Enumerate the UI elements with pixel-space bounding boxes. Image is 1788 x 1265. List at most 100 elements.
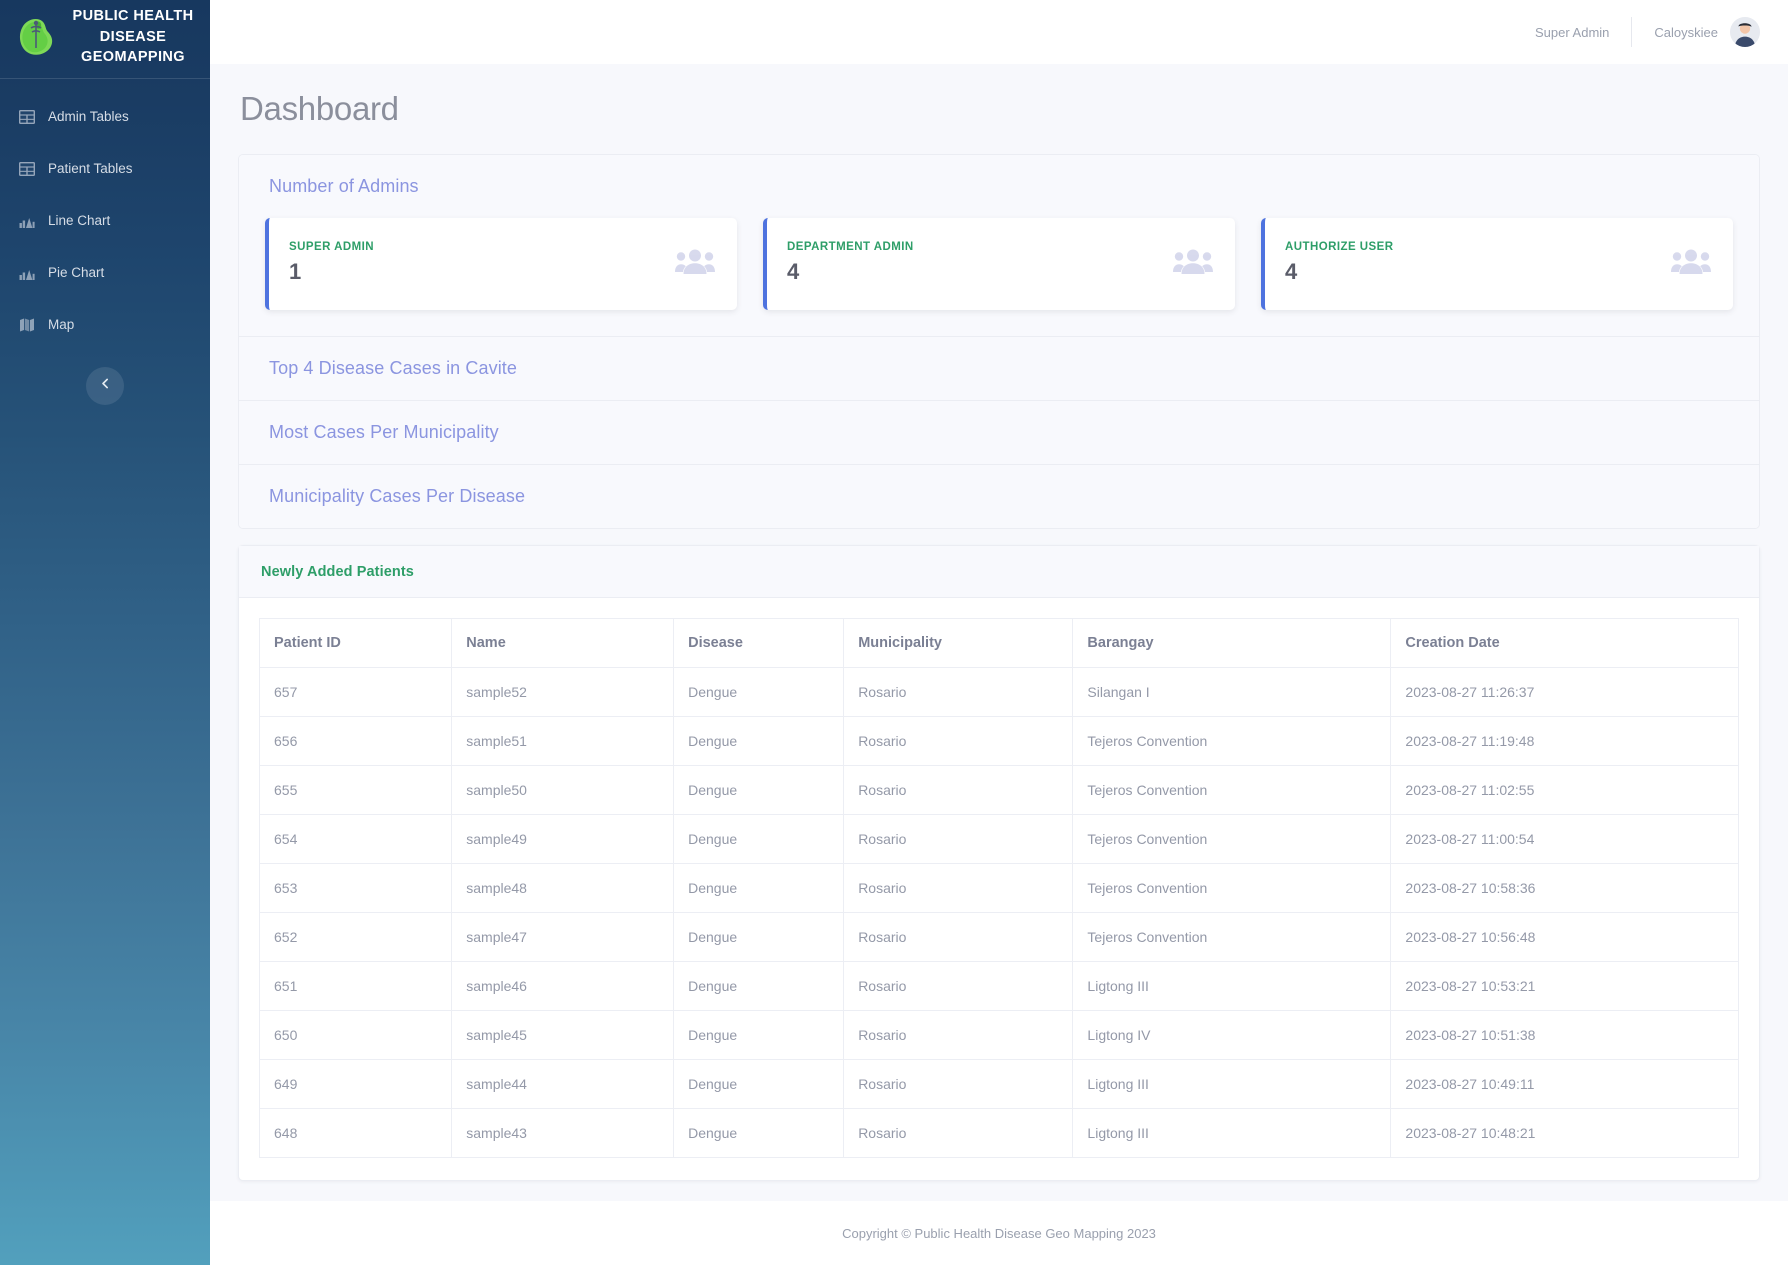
cell-name: sample51: [451, 716, 675, 766]
brand-title: PUBLIC HEALTH DISEASE GEOMAPPING: [72, 8, 194, 66]
panel-header-municipality-cases-per-disease[interactable]: Municipality Cases Per Disease: [239, 465, 1759, 528]
panel-header-most-cases-per-municipality[interactable]: Most Cases Per Municipality: [239, 401, 1759, 464]
cell-creation-date: 2023-08-27 10:58:36: [1390, 863, 1739, 913]
stat-card-text: AUTHORIZE USER 4: [1285, 241, 1394, 285]
cell-disease: Dengue: [673, 961, 845, 1011]
table-row: 648 sample43 Dengue Rosario Ligtong III 2023-…: [258, 1108, 1739, 1158]
patients-table-body: 657 sample52 Dengue Rosario Silangan I 2023-0…: [258, 667, 1739, 1158]
sidebar-item-patient-tables[interactable]: Patient Tables: [0, 143, 210, 195]
table-row: 653 sample48 Dengue Rosario Tejeros Conventi…: [258, 863, 1739, 913]
stat-card-super-admin[interactable]: SUPER ADMIN 1: [265, 218, 737, 310]
sidebar-collapse-button[interactable]: [86, 366, 124, 405]
topbar-role-label: Super Admin: [1534, 24, 1610, 40]
table-icon: [18, 160, 35, 177]
stat-card-text: DEPARTMENT ADMIN 4: [787, 241, 914, 285]
cell-barangay: Ligtong III: [1072, 1059, 1392, 1109]
stat-card-label: AUTHORIZE USER: [1285, 241, 1394, 253]
table-row: 651 sample46 Dengue Rosario Ligtong III 2023-…: [258, 961, 1739, 1011]
column-header-disease: Disease: [673, 618, 845, 668]
cell-patient-id: 654: [258, 814, 453, 864]
cell-disease: Dengue: [673, 1059, 845, 1109]
cell-creation-date: 2023-08-27 10:51:38: [1390, 1010, 1739, 1060]
cell-municipality: Rosario: [843, 716, 1074, 766]
cell-patient-id: 648: [258, 1108, 453, 1158]
cell-disease: Dengue: [673, 1108, 845, 1158]
accordion-panels: Number of Admins SUPER ADMIN 1 DEPARTMEN…: [238, 154, 1760, 529]
stat-card-label: SUPER ADMIN: [289, 241, 375, 253]
cell-creation-date: 2023-08-27 10:53:21: [1390, 961, 1739, 1011]
sidebar-item-line-chart[interactable]: Line Chart: [0, 195, 210, 247]
newly-added-patients-card: Newly Added Patients Patient ID Name Dis…: [238, 545, 1760, 1181]
brand[interactable]: PUBLIC HEALTH DISEASE GEOMAPPING: [0, 0, 210, 79]
cell-municipality: Rosario: [843, 912, 1074, 962]
cell-patient-id: 649: [258, 1059, 453, 1109]
table-row: 654 sample49 Dengue Rosario Tejeros Conventi…: [258, 814, 1739, 864]
stat-card-value: 1: [289, 259, 302, 284]
cell-creation-date: 2023-08-27 11:00:54: [1390, 814, 1739, 864]
bar-chart-icon: [18, 212, 35, 229]
sidebar-item-label: Patient Tables: [48, 161, 133, 177]
sidebar: PUBLIC HEALTH DISEASE GEOMAPPING Admin T…: [0, 0, 210, 1265]
footer-copyright: Copyright © Public Health Disease Geo Ma…: [842, 1225, 1156, 1241]
cell-disease: Dengue: [673, 765, 845, 815]
sidebar-collapse-wrap: [0, 366, 210, 405]
cell-name: sample43: [451, 1108, 675, 1158]
cell-creation-date: 2023-08-27 11:19:48: [1390, 716, 1739, 766]
table-row: 650 sample45 Dengue Rosario Ligtong IV 2023-0…: [258, 1010, 1739, 1060]
cell-barangay: Ligtong IV: [1072, 1010, 1392, 1060]
stat-card-text: SUPER ADMIN 1: [289, 241, 374, 285]
panel-header-top-4-disease-cases[interactable]: Top 4 Disease Cases in Cavite: [239, 337, 1759, 400]
cell-barangay: Tejeros Convention: [1072, 912, 1392, 962]
user-menu[interactable]: Caloyskiee: [1632, 17, 1760, 47]
cell-municipality: Rosario: [843, 667, 1074, 717]
main-area: Super Admin Caloyskiee Dashboard Number …: [210, 0, 1788, 1265]
cell-disease: Dengue: [673, 814, 845, 864]
panel-number-of-admins: Number of Admins SUPER ADMIN 1 DEPARTMEN…: [239, 155, 1759, 337]
cell-creation-date: 2023-08-27 11:26:37: [1390, 667, 1739, 717]
column-header-municipality: Municipality: [843, 618, 1074, 668]
table-header-row: Patient ID Name Disease Municipality Bar…: [258, 618, 1739, 668]
stat-card-department-admin[interactable]: DEPARTMENT ADMIN 4: [763, 218, 1235, 310]
users-icon: [675, 247, 715, 280]
cell-patient-id: 653: [258, 863, 453, 913]
sidebar-item-pie-chart[interactable]: Pie Chart: [0, 247, 210, 299]
map-icon: [18, 316, 35, 333]
avatar: [1730, 17, 1760, 47]
sidebar-item-label: Pie Chart: [48, 265, 105, 281]
cell-name: sample49: [451, 814, 675, 864]
cell-disease: Dengue: [673, 667, 845, 717]
stat-card-authorize-user[interactable]: AUTHORIZE USER 4: [1261, 218, 1733, 310]
cell-barangay: Tejeros Convention: [1072, 863, 1392, 913]
cell-patient-id: 650: [258, 1010, 453, 1060]
cell-name: sample46: [451, 961, 675, 1011]
panel-municipality-cases-per-disease: Municipality Cases Per Disease: [239, 465, 1759, 528]
column-header-name: Name: [451, 618, 675, 668]
topbar: Super Admin Caloyskiee: [210, 0, 1788, 64]
sidebar-item-label: Map: [48, 317, 75, 333]
chevron-left-icon: [99, 377, 112, 395]
column-header-patient-id: Patient ID: [258, 618, 453, 668]
patients-table: Patient ID Name Disease Municipality Bar…: [258, 618, 1739, 1158]
sidebar-item-label: Admin Tables: [48, 109, 129, 125]
patients-table-head: Patient ID Name Disease Municipality Bar…: [258, 618, 1739, 668]
panel-top-4-disease-cases: Top 4 Disease Cases in Cavite: [239, 337, 1759, 401]
cell-name: sample44: [451, 1059, 675, 1109]
cell-creation-date: 2023-08-27 10:49:11: [1390, 1059, 1739, 1109]
sidebar-item-map[interactable]: Map: [0, 299, 210, 351]
table-row: 649 sample44 Dengue Rosario Ligtong III 2023-…: [258, 1059, 1739, 1109]
cell-disease: Dengue: [673, 716, 845, 766]
sidebar-item-admin-tables[interactable]: Admin Tables: [0, 91, 210, 143]
table-row: 655 sample50 Dengue Rosario Tejeros Conventi…: [258, 765, 1739, 815]
page-title: Dashboard: [240, 90, 399, 127]
cell-creation-date: 2023-08-27 11:02:55: [1390, 765, 1739, 815]
cell-barangay: Silangan I: [1072, 667, 1392, 717]
cell-name: sample47: [451, 912, 675, 962]
panel-header-number-of-admins[interactable]: Number of Admins: [239, 155, 1759, 218]
cell-patient-id: 656: [258, 716, 453, 766]
cell-municipality: Rosario: [843, 765, 1074, 815]
table-row: 657 sample52 Dengue Rosario Silangan I 2023-0…: [258, 667, 1739, 717]
table-row: 656 sample51 Dengue Rosario Tejeros Conventi…: [258, 716, 1739, 766]
cell-municipality: Rosario: [843, 863, 1074, 913]
cell-barangay: Ligtong III: [1072, 961, 1392, 1011]
cell-name: sample48: [451, 863, 675, 913]
